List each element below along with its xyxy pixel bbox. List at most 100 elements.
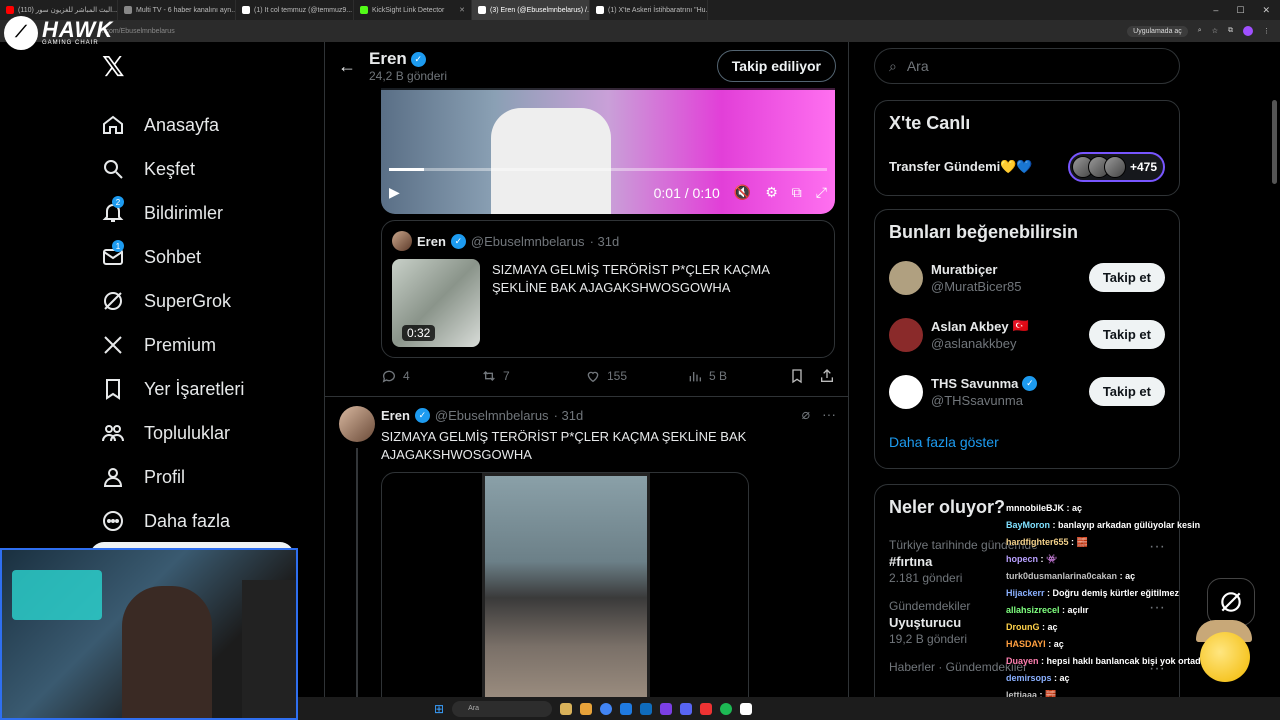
- search-input[interactable]: Ara: [907, 58, 929, 74]
- suggestion-row[interactable]: THS Savunma ✓ @THSsavunma Takip et: [875, 363, 1179, 420]
- taskbar-search[interactable]: Ara: [452, 700, 553, 717]
- store-icon[interactable]: [640, 702, 653, 715]
- tab-title: (3) Eren (@Ebuselmnbelarus) /...: [490, 6, 590, 14]
- following-button[interactable]: Takip ediliyor: [716, 50, 836, 82]
- chat-username: hardfighter655: [1006, 537, 1069, 547]
- sidebar-item-sohbet[interactable]: 1 Sohbet: [96, 235, 316, 279]
- sidebar-item-topluluklar[interactable]: Topluluklar: [96, 411, 316, 455]
- menu-icon[interactable]: ⋮: [1263, 27, 1270, 35]
- like-action[interactable]: 155: [585, 368, 687, 384]
- avatar[interactable]: [889, 260, 923, 295]
- tab-favicon-icon: [478, 6, 486, 14]
- people-icon: [100, 420, 126, 446]
- pip-icon[interactable]: ⧉: [792, 184, 802, 201]
- back-arrow-icon[interactable]: ←: [325, 56, 369, 77]
- play-icon[interactable]: ▶: [389, 184, 400, 201]
- suggestion-info: Aslan Akbey 🇹🇷 @aslanakkbey: [931, 318, 1029, 351]
- suggestion-row[interactable]: Aslan Akbey 🇹🇷 @aslanakkbey Takip et: [875, 306, 1179, 363]
- bookmark-icon[interactable]: [789, 368, 805, 384]
- sidebar-item-supergrok[interactable]: SuperGrok: [96, 279, 316, 323]
- views-count: 5 B: [709, 369, 728, 383]
- live-listeners[interactable]: +475: [1067, 152, 1165, 182]
- spotify-icon[interactable]: [720, 702, 733, 715]
- sidebar-item-anasayfa[interactable]: Anasayfa: [96, 103, 316, 147]
- browser-tab[interactable]: (1) It col temmuz (@temmuz9...✕: [236, 0, 354, 20]
- follow-button[interactable]: Takip et: [1088, 320, 1165, 349]
- avatar[interactable]: [889, 317, 923, 352]
- sidebar-item-yer-i-şaretleri[interactable]: Yer İşaretleri: [96, 367, 316, 411]
- browser-tab-bar: (110) البث المباشر للغزيون سور... ✕ Multi …: [0, 0, 1280, 20]
- search-box[interactable]: ⌕ Ara: [874, 48, 1180, 84]
- profile-header: ← Eren ✓ 24,2 B gönderi Takip ediliyor: [325, 42, 848, 90]
- widget-icon[interactable]: [560, 702, 573, 715]
- avatar[interactable]: [889, 374, 923, 409]
- sidebar-item-premium[interactable]: Premium: [96, 323, 316, 367]
- reply-action[interactable]: 4: [381, 368, 481, 384]
- video-progress-bar[interactable]: [389, 168, 827, 171]
- flag-icon: 🇹🇷: [1012, 318, 1029, 333]
- sidebar-item-profil[interactable]: Profil: [96, 455, 316, 499]
- hawk-logo-overlay: ⟋ HAWK GAMING CHAIR: [4, 16, 113, 50]
- quote-video-thumbnail[interactable]: 0:32: [392, 259, 480, 347]
- browser-tab[interactable]: (1) X'te Askeri İstihbaratrını "Hu...✕: [590, 0, 708, 20]
- discord-icon[interactable]: [680, 702, 693, 715]
- sidebar-item-daha-fazla[interactable]: Daha fazla: [96, 499, 316, 543]
- app-icon[interactable]: [700, 702, 713, 715]
- live-space-row[interactable]: Transfer Gündemi💛💙 +475: [875, 134, 1179, 182]
- chat-separator: :: [1051, 673, 1060, 683]
- x-logo-icon[interactable]: 𝕏: [102, 50, 316, 83]
- app-icon[interactable]: [660, 702, 673, 715]
- quoted-post[interactable]: Eren ✓ @Ebuselmnbelarus · 31d 0:32 SIZMA…: [381, 220, 835, 358]
- hawk-brand: HAWK: [42, 17, 114, 42]
- avatar[interactable]: [339, 406, 375, 442]
- post-video[interactable]: [381, 472, 749, 720]
- windows-start-icon[interactable]: ⊞: [434, 702, 444, 716]
- mute-icon[interactable]: 🔇: [734, 184, 751, 201]
- chrome-icon[interactable]: [600, 702, 613, 715]
- browser-tab[interactable]: (3) Eren (@Ebuselmnbelarus) /...✕: [472, 0, 590, 20]
- suggestion-name-row: Aslan Akbey 🇹🇷: [931, 318, 1029, 334]
- sidebar-item-label: Topluluklar: [144, 422, 231, 443]
- settings-icon[interactable]: ⚙: [765, 184, 778, 201]
- profile-icon[interactable]: [1243, 26, 1253, 36]
- file-explorer-icon[interactable]: [580, 702, 593, 715]
- tab-favicon-icon: [242, 6, 250, 14]
- grok-icon[interactable]: ⌀: [802, 406, 810, 423]
- star-icon[interactable]: ☆: [1212, 27, 1218, 35]
- video-player[interactable]: ▶ 0:01 / 0:10 🔇 ⚙ ⧉ ⤢: [381, 88, 835, 214]
- follow-button[interactable]: Takip et: [1088, 263, 1165, 292]
- browser-tab[interactable]: Multi TV - 6 haber kanalını ayn...✕: [118, 0, 236, 20]
- repost-action[interactable]: 7: [481, 368, 585, 384]
- avatar: [392, 231, 412, 251]
- minimize-icon[interactable]: –: [1213, 5, 1218, 16]
- show-more-link[interactable]: Daha fazla göster: [875, 420, 1179, 464]
- extensions-icon[interactable]: ⧉: [1228, 27, 1233, 35]
- page-scrollbar[interactable]: [1272, 100, 1277, 184]
- suggestion-row[interactable]: Muratbiçer @MuratBicer85 Takip et: [875, 249, 1179, 306]
- sidebar-item-keşfet[interactable]: Keşfet: [96, 147, 316, 191]
- sidebar-item-label: Keşfet: [144, 158, 196, 179]
- share-icon[interactable]: [819, 368, 835, 384]
- post-author[interactable]: Eren: [381, 408, 410, 423]
- chat-username: Duayen: [1006, 656, 1039, 666]
- chat-text: 👾: [1046, 554, 1058, 564]
- heart-icon: [587, 371, 599, 383]
- quote-age: · 31d: [589, 233, 620, 249]
- views-action[interactable]: 5 B: [687, 368, 783, 384]
- sidebar-item-bildirimler[interactable]: 2 Bildirimler: [96, 191, 316, 235]
- maximize-icon[interactable]: ☐: [1236, 5, 1244, 16]
- browser-tab[interactable]: KickSight Link Detector ✕: [354, 0, 472, 20]
- chat-message: mnnobileBJK : aç: [1006, 500, 1276, 517]
- zoom-icon[interactable]: ⌕: [1198, 27, 1202, 35]
- grok-icon: [100, 288, 126, 314]
- edge-icon[interactable]: [620, 702, 633, 715]
- close-icon[interactable]: ✕: [1262, 5, 1270, 16]
- obs-icon[interactable]: [740, 702, 753, 715]
- tab-close-icon[interactable]: ✕: [459, 6, 465, 14]
- main-timeline: ← Eren ✓ 24,2 B gönderi Takip ediliyor ▶…: [324, 42, 849, 720]
- follow-button[interactable]: Takip et: [1088, 377, 1165, 406]
- bookmark-icon: [100, 376, 126, 402]
- fullscreen-icon[interactable]: ⤢: [816, 184, 827, 201]
- open-in-app-button[interactable]: Uygulamada aç: [1127, 25, 1188, 37]
- more-icon[interactable]: ···: [822, 406, 836, 423]
